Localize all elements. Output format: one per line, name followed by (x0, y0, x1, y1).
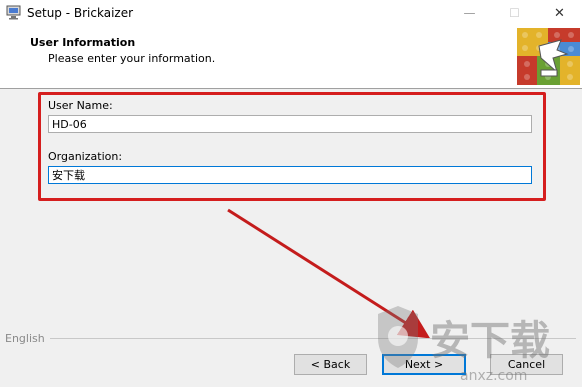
watermark-text: 安下载 (430, 318, 550, 364)
watermark-shield-icon (378, 306, 418, 368)
back-button[interactable]: < Back (294, 354, 367, 375)
footer-brand: English (5, 332, 45, 345)
watermark-subtext: anxz.com (460, 368, 527, 384)
watermark: 安下载 anxz.com (378, 306, 550, 384)
